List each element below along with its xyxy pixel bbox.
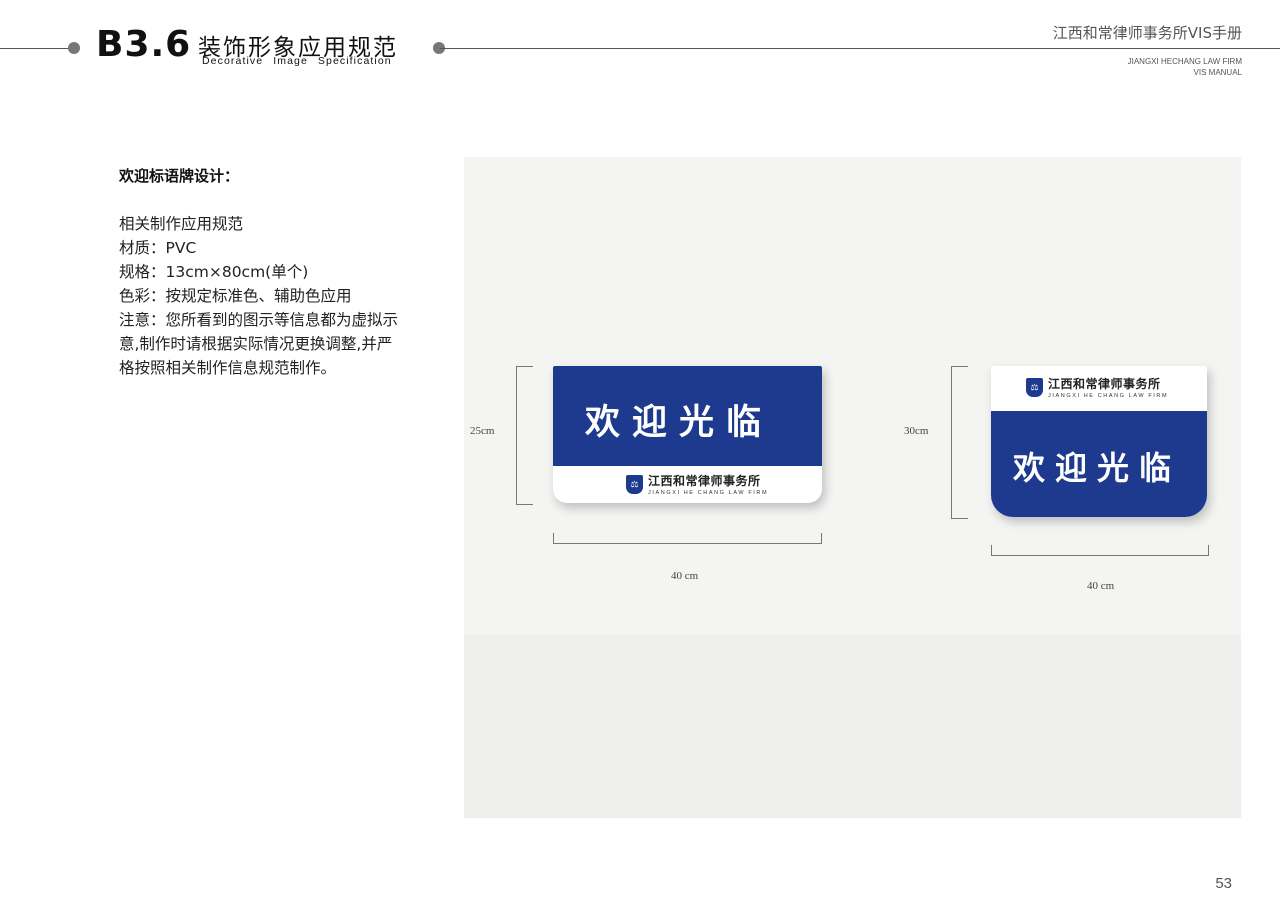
page-number: 53 [1215, 875, 1232, 892]
header-dot-left [68, 42, 80, 54]
showcase-panel-lower [464, 635, 1241, 818]
sign2-welcome-text: 欢迎光临 [1013, 449, 1182, 487]
sign1-height-bracket [516, 366, 533, 505]
sign2-brand-en: JIANGXI HE CHANG LAW FIRM [1048, 393, 1169, 399]
spec-line: 相关制作应用规范 [119, 215, 244, 233]
spec-line: 意,制作时请根据实际情况更换调整,并严 [119, 335, 393, 353]
lead-heading: 欢迎标语牌设计： [119, 167, 240, 185]
sign2-width-label: 40 cm [1087, 580, 1115, 592]
sign1-height-label: 25cm [470, 425, 495, 437]
sign1-brand: ⚖ 江西和常律师事务所 JIANGXI HE CHANG LAW FIRM [626, 472, 768, 496]
spec-text: 相关制作应用规范 材质：PVC 规格：13cm×80cm(单个) 色彩：按规定标… [119, 212, 439, 380]
sign2-brand-text: 江西和常律师事务所 JIANGXI HE CHANG LAW FIRM [1048, 375, 1168, 399]
manual-title: 江西和常律师事务所VIS手册 [1052, 24, 1242, 42]
sign2-height-bracket [951, 366, 968, 519]
sign-welcome-header: ⚖ 江西和常律师事务所 JIANGXI HE CHANG LAW FIRM 欢迎… [991, 366, 1207, 517]
sign1-brand-cn: 江西和常律师事务所 [648, 474, 761, 488]
spec-line: 材质：PVC [119, 239, 197, 257]
sign2-height-label: 30cm [904, 425, 929, 437]
manual-en-line1: JIANGXI HECHANG LAW FIRM [1127, 57, 1242, 66]
shield-logo-icon: ⚖ [1026, 377, 1043, 397]
manual-en-line2: VIS MANUAL [1193, 68, 1242, 77]
sign2-brand: ⚖ 江西和常律师事务所 JIANGXI HE CHANG LAW FIRM [1026, 375, 1168, 399]
sign1-brand-en: JIANGXI HE CHANG LAW FIRM [648, 490, 769, 496]
sign2-width-bracket [991, 545, 1209, 556]
header-rule-right [440, 48, 1280, 49]
section-number: B3.6 [96, 24, 192, 65]
spec-line: 注意：您所看到的图示等信息都为虚拟示 [119, 311, 399, 329]
sign1-brand-text: 江西和常律师事务所 JIANGXI HE CHANG LAW FIRM [648, 472, 768, 496]
sign1-width-bracket [553, 533, 822, 544]
sign1-width-label: 40 cm [671, 570, 699, 582]
spec-line: 规格：13cm×80cm(单个) [119, 263, 309, 281]
spec-line: 色彩：按规定标准色、辅助色应用 [119, 287, 352, 305]
spec-line: 格按照相关制作信息规范制作。 [119, 359, 337, 377]
sign1-welcome-text: 欢迎光临 [585, 403, 774, 443]
sign-welcome-horizontal: 欢迎光临 ⚖ 江西和常律师事务所 JIANGXI HE CHANG LAW FI… [553, 366, 822, 503]
shield-logo-icon: ⚖ [626, 474, 643, 494]
manual-subtitle: JIANGXI HECHANG LAW FIRM VIS MANUAL [1128, 56, 1242, 78]
sign2-brand-cn: 江西和常律师事务所 [1048, 377, 1161, 391]
section-subtitle: Decorative Image Specification [202, 55, 392, 67]
